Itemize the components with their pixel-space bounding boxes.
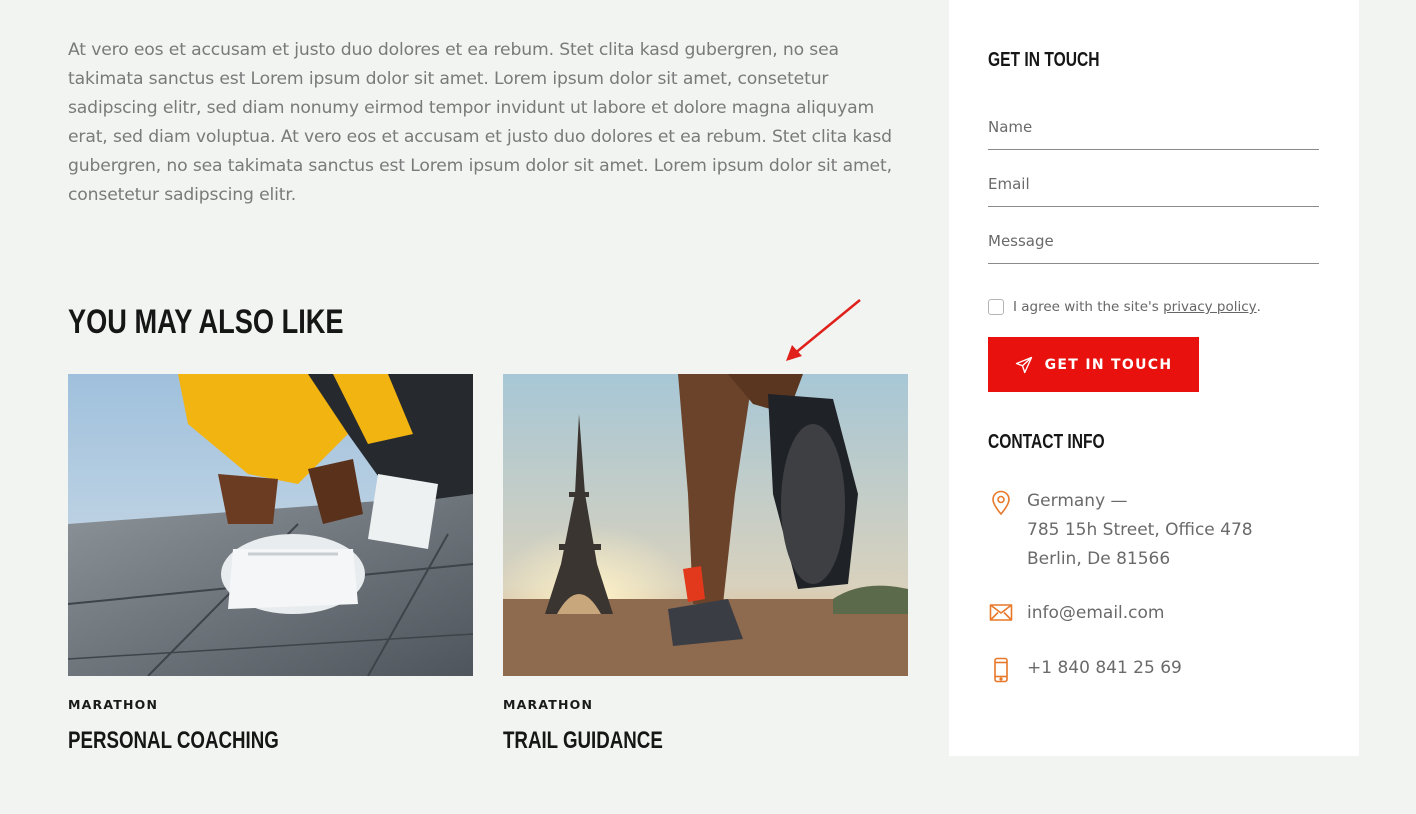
contact-phone[interactable]: +1 840 841 25 69 (1027, 654, 1182, 683)
contact-form-title: GET IN TOUCH (988, 49, 1100, 71)
card-title[interactable]: PERSONAL COACHING (68, 726, 384, 756)
contact-email[interactable]: info@email.com (1027, 599, 1164, 628)
phone-row[interactable]: +1 840 841 25 69 (988, 654, 1182, 683)
address-line: Berlin, De 81566 (1027, 549, 1171, 569)
mobile-phone-icon (988, 654, 1014, 683)
name-field[interactable] (988, 109, 1319, 150)
email-row[interactable]: info@email.com (988, 599, 1164, 628)
privacy-consent[interactable]: I agree with the site's privacy policy . (988, 299, 1261, 315)
name-input[interactable] (988, 109, 1319, 145)
map-pin-icon (988, 487, 1014, 516)
address-line: 785 15h Street, Office 478 (1027, 520, 1253, 540)
annotation-arrow-icon (786, 299, 861, 361)
envelope-icon (988, 599, 1014, 622)
message-field[interactable] (988, 223, 1319, 264)
card-image-shoe-lacing[interactable] (68, 374, 473, 676)
get-in-touch-button[interactable]: GET IN TOUCH (988, 337, 1199, 392)
privacy-checkbox[interactable] (988, 299, 1004, 315)
paper-plane-icon (1015, 356, 1033, 374)
consent-text: I agree with the site's (1013, 299, 1164, 315)
address-line: Germany — (1027, 491, 1128, 511)
card-image-runner-eiffel[interactable] (503, 374, 908, 676)
sidebar: GET IN TOUCH I agree with the site's pri… (949, 0, 1359, 756)
intro-paragraph: At vero eos et accusam et justo duo dolo… (68, 40, 892, 205)
email-input[interactable] (988, 166, 1319, 202)
message-input[interactable] (988, 223, 1319, 259)
card-category: MARATHON (68, 697, 159, 712)
submit-label: GET IN TOUCH (1044, 356, 1173, 373)
related-card-trail-guidance[interactable]: MARATHON TRAIL GUIDANCE (503, 374, 908, 756)
related-card-personal-coaching[interactable]: MARATHON PERSONAL COACHING (68, 374, 473, 756)
email-field[interactable] (988, 166, 1319, 207)
address-row: Germany — 785 15h Street, Office 478 Ber… (988, 487, 1253, 574)
consent-suffix: . (1256, 299, 1261, 315)
contact-info-title: CONTACT INFO (988, 431, 1105, 453)
card-title[interactable]: TRAIL GUIDANCE (503, 726, 819, 756)
card-category: MARATHON (503, 697, 594, 712)
privacy-policy-link[interactable]: privacy policy (1163, 299, 1257, 315)
section-title-related: YOU MAY ALSO LIKE (68, 303, 344, 341)
